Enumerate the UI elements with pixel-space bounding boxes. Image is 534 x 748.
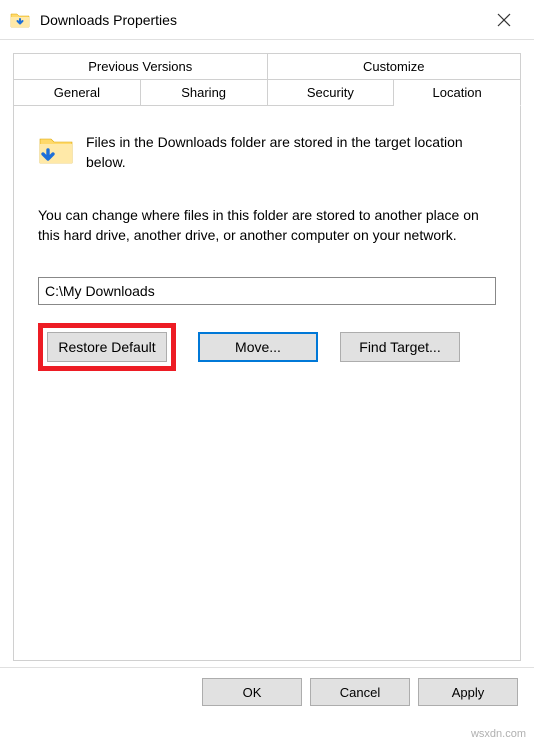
location-path-input[interactable] (38, 277, 496, 305)
restore-default-button[interactable]: Restore Default (47, 332, 167, 362)
tab-previous-versions[interactable]: Previous Versions (13, 53, 268, 79)
intro-text: Files in the Downloads folder are stored… (86, 132, 496, 173)
find-target-button[interactable]: Find Target... (340, 332, 460, 362)
move-button[interactable]: Move... (198, 332, 318, 362)
watermark: wsxdn.com (471, 728, 526, 740)
dialog-footer: OK Cancel Apply (0, 667, 534, 716)
tab-customize[interactable]: Customize (268, 53, 522, 79)
dialog-content: Previous Versions Customize General Shar… (0, 40, 534, 674)
cancel-button[interactable]: Cancel (310, 678, 410, 706)
restore-default-highlight: Restore Default (38, 323, 176, 371)
close-button[interactable] (484, 0, 524, 40)
tab-security[interactable]: Security (268, 79, 395, 106)
window-title: Downloads Properties (40, 12, 484, 28)
tab-panel-location: Files in the Downloads folder are stored… (13, 106, 521, 661)
tab-sharing[interactable]: Sharing (141, 79, 268, 106)
ok-button[interactable]: OK (202, 678, 302, 706)
apply-button[interactable]: Apply (418, 678, 518, 706)
tab-location[interactable]: Location (394, 79, 521, 106)
close-icon (497, 13, 511, 27)
downloads-folder-large-icon (38, 132, 74, 168)
tab-general[interactable]: General (13, 79, 141, 106)
titlebar: Downloads Properties (0, 0, 534, 40)
description-text: You can change where files in this folde… (38, 205, 496, 246)
tab-strip: Previous Versions Customize General Shar… (13, 53, 521, 106)
downloads-folder-icon (10, 10, 30, 30)
